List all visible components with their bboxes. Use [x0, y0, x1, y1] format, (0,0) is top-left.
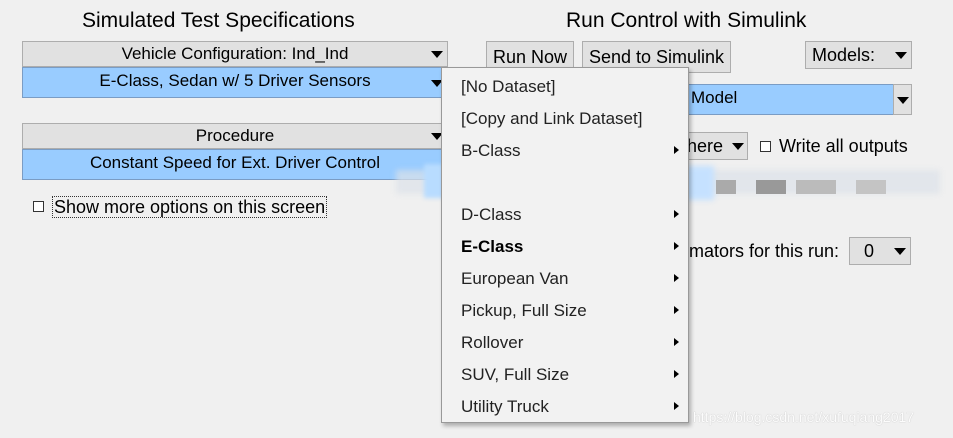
- menu-item-label: [No Dataset]: [461, 77, 556, 96]
- submenu-arrow-icon: [674, 338, 679, 346]
- menu-item-label: D-Class: [461, 205, 522, 224]
- animators-count-dropdown[interactable]: 0: [849, 237, 911, 265]
- menu-item-rollover[interactable]: Rollover: [442, 327, 688, 359]
- submenu-arrow-icon: [674, 210, 679, 218]
- submenu-arrow-icon: [674, 146, 679, 154]
- menu-item-label: SUV, Full Size: [461, 365, 570, 384]
- chevron-down-icon: [431, 51, 443, 58]
- run-now-label: Run Now: [492, 47, 568, 67]
- menu-item-suv-full-size[interactable]: SUV, Full Size: [442, 359, 688, 391]
- menu-item-european-van[interactable]: European Van: [442, 263, 688, 295]
- submenu-arrow-icon: [674, 402, 679, 410]
- show-more-label[interactable]: Show more options on this screen: [52, 196, 328, 218]
- submenu-arrow-icon: [674, 242, 679, 250]
- chevron-down-icon: [732, 143, 744, 150]
- menu-item-label: Pickup, Full Size: [461, 301, 587, 320]
- location-value: here: [687, 136, 724, 156]
- procedure-select[interactable]: Constant Speed for Ext. Driver Control: [22, 149, 448, 180]
- menu-item-label: Utility Truck: [461, 397, 549, 416]
- models-label: Models:: [812, 45, 876, 65]
- menu-item-no-dataset[interactable]: [No Dataset]: [442, 71, 688, 103]
- menu-item-copy-link-dataset[interactable]: [Copy and Link Dataset]: [442, 103, 688, 135]
- model-select-arrow-button[interactable]: [893, 84, 912, 115]
- send-to-simulink-label: Send to Simulink: [588, 47, 725, 67]
- models-dropdown[interactable]: Models:: [805, 41, 912, 69]
- write-outputs-checkbox[interactable]: [760, 141, 771, 152]
- animators-count-value: 0: [864, 241, 875, 261]
- chevron-down-icon: [895, 52, 907, 59]
- menu-item-label: B-Class: [461, 141, 521, 160]
- vehicle-select-value: E-Class, Sedan w/ 5 Driver Sensors: [99, 71, 371, 90]
- menu-item-e-class[interactable]: E-Class: [442, 231, 688, 263]
- left-panel-title: Simulated Test Specifications: [82, 9, 355, 32]
- procedure-select-value: Constant Speed for Ext. Driver Control: [89, 153, 381, 172]
- menu-item-label: Rollover: [461, 333, 524, 352]
- vehicle-configuration-label: Vehicle Configuration: Ind_Ind: [121, 44, 349, 63]
- submenu-arrow-icon: [674, 370, 679, 378]
- menu-item-obscured[interactable]: [442, 167, 688, 199]
- menu-item-pickup-full-size[interactable]: Pickup, Full Size: [442, 295, 688, 327]
- vehicle-configuration-dropdown[interactable]: Vehicle Configuration: Ind_Ind: [22, 41, 448, 67]
- menu-item-utility-truck[interactable]: Utility Truck: [442, 391, 688, 423]
- chevron-down-icon: [897, 97, 909, 104]
- write-outputs-label[interactable]: Write all outputs: [779, 136, 908, 157]
- menu-item-label: [Copy and Link Dataset]: [461, 109, 643, 128]
- right-panel-title: Run Control with Simulink: [566, 9, 807, 32]
- menu-item-label: E-Class: [461, 237, 524, 256]
- chevron-down-icon: [894, 248, 906, 255]
- vehicle-select[interactable]: E-Class, Sedan w/ 5 Driver Sensors: [22, 67, 448, 98]
- menu-item-b-class[interactable]: B-Class: [442, 135, 688, 167]
- submenu-arrow-icon: [674, 306, 679, 314]
- menu-item-label: European Van: [461, 269, 569, 288]
- watermark-text: https://blog.csdn.net/xufuqiang2017: [693, 409, 915, 425]
- model-select-value: Model: [691, 88, 738, 107]
- procedure-dropdown[interactable]: Procedure: [22, 123, 448, 149]
- animators-label: mators for this run:: [689, 241, 840, 261]
- location-dropdown[interactable]: here: [683, 132, 748, 160]
- procedure-label: Procedure: [195, 126, 275, 145]
- dataset-popup-menu[interactable]: [No Dataset] [Copy and Link Dataset] B-C…: [441, 67, 689, 423]
- menu-item-d-class[interactable]: D-Class: [442, 199, 688, 231]
- show-more-checkbox[interactable]: [33, 201, 44, 212]
- model-select[interactable]: Model: [688, 84, 893, 115]
- submenu-arrow-icon: [674, 274, 679, 282]
